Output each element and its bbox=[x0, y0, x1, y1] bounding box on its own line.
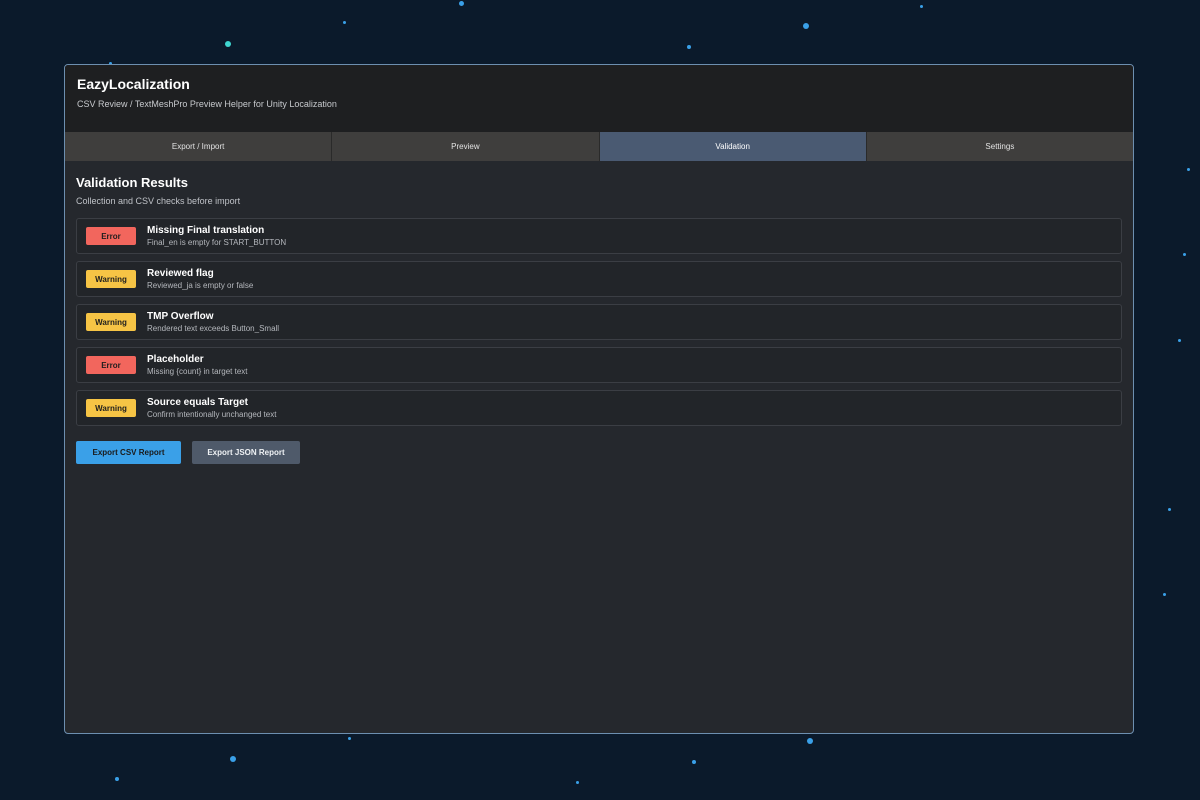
app-title: EazyLocalization bbox=[77, 76, 190, 92]
result-description: Rendered text exceeds Button_Small bbox=[147, 324, 280, 333]
validation-result: Error Placeholder Missing {count} in tar… bbox=[76, 347, 1122, 383]
validation-result: Error Missing Final translation Final_en… bbox=[76, 218, 1122, 254]
severity-badge: Warning bbox=[86, 399, 136, 417]
result-description: Reviewed_ja is empty or false bbox=[147, 281, 254, 290]
tab-export-import[interactable]: Export / Import bbox=[65, 132, 333, 161]
result-description: Confirm intentionally unchanged text bbox=[147, 410, 277, 419]
tab-settings[interactable]: Settings bbox=[866, 132, 1133, 161]
app-subtitle: CSV Review / TextMeshPro Preview Helper … bbox=[77, 99, 337, 109]
severity-badge: Warning bbox=[86, 270, 136, 288]
severity-badge: Warning bbox=[86, 313, 136, 331]
section-subtitle: Collection and CSV checks before import bbox=[76, 196, 241, 206]
export-csv-report-button[interactable]: Export CSV Report bbox=[76, 441, 181, 464]
severity-badge: Error bbox=[86, 227, 136, 245]
severity-badge: Error bbox=[86, 356, 136, 374]
app-window: EazyLocalization CSV Review / TextMeshPr… bbox=[64, 64, 1134, 734]
app-header: EazyLocalization CSV Review / TextMeshPr… bbox=[65, 65, 1133, 132]
result-title: TMP Overflow bbox=[147, 311, 214, 322]
result-title: Placeholder bbox=[147, 354, 204, 365]
result-title: Missing Final translation bbox=[147, 225, 265, 236]
validation-result: Warning Source equals Target Confirm int… bbox=[76, 390, 1122, 426]
result-description: Missing {count} in target text bbox=[147, 367, 248, 376]
validation-result: Warning TMP Overflow Rendered text excee… bbox=[76, 304, 1122, 340]
tab-preview[interactable]: Preview bbox=[332, 132, 600, 161]
result-description: Final_en is empty for START_BUTTON bbox=[147, 238, 287, 247]
result-title: Source equals Target bbox=[147, 397, 248, 408]
validation-panel: Validation Results Collection and CSV ch… bbox=[65, 161, 1133, 476]
result-title: Reviewed flag bbox=[147, 268, 214, 279]
export-json-report-button[interactable]: Export JSON Report bbox=[192, 441, 300, 464]
section-title: Validation Results bbox=[76, 175, 188, 190]
validation-result: Warning Reviewed flag Reviewed_ja is emp… bbox=[76, 261, 1122, 297]
report-actions: Export CSV Report Export JSON Report bbox=[76, 441, 1122, 464]
tab-validation[interactable]: Validation bbox=[599, 132, 867, 161]
tab-bar: Export / Import Preview Validation Setti… bbox=[65, 132, 1133, 161]
